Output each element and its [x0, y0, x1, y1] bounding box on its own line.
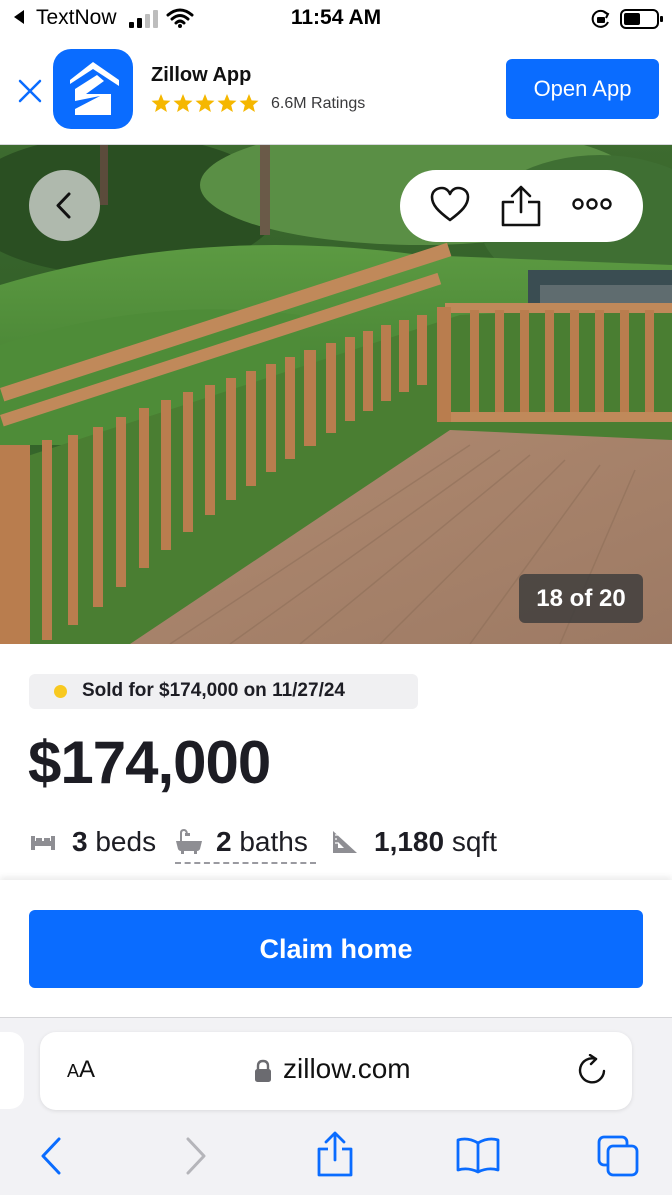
bookmarks-icon[interactable] — [455, 1136, 501, 1174]
status-dot — [54, 685, 67, 698]
photo-back-button[interactable] — [29, 170, 100, 241]
baths-count: 2 — [216, 826, 232, 857]
claim-home-bar: Claim home — [0, 880, 672, 1018]
sqft-fact: 1,180 sqft — [374, 826, 497, 858]
photo-counter: 18 of 20 — [519, 574, 643, 623]
rotation-lock-icon — [591, 9, 610, 28]
battery-icon — [620, 9, 663, 29]
forward-icon[interactable] — [183, 1136, 209, 1176]
open-app-button[interactable]: Open App — [506, 59, 659, 119]
beds-fact: 3 beds — [72, 826, 156, 858]
rating-stars-icon — [151, 94, 259, 112]
more-options-icon[interactable] — [572, 196, 612, 212]
aa-small: A — [67, 1061, 80, 1081]
previous-tab-peek[interactable] — [0, 1032, 24, 1109]
beds-label: beds — [95, 826, 157, 857]
chevron-left-icon — [56, 192, 71, 219]
beds-count: 3 — [72, 826, 88, 857]
share-icon[interactable] — [500, 184, 542, 228]
zillow-app-icon — [53, 49, 133, 129]
ratings-count: 6.6M Ratings — [271, 95, 366, 112]
status-badge: Sold for $174,000 on 11/27/24 — [29, 674, 418, 709]
bed-icon — [31, 836, 55, 850]
sqft-label: sqft — [451, 826, 497, 857]
address-bar[interactable]: AA zillow.com — [40, 1032, 632, 1110]
baths-label: baths — [239, 826, 308, 857]
baths-underline — [175, 862, 316, 864]
browser-chrome: AA zillow.com — [0, 1018, 672, 1195]
url-text[interactable]: zillow.com — [283, 1053, 411, 1085]
status-badge-text: Sold for $174,000 on 11/27/24 — [82, 680, 345, 701]
close-icon[interactable] — [14, 75, 46, 107]
listing-price: $174,000 — [28, 729, 271, 796]
clock: 11:54 AM — [290, 6, 382, 29]
baths-fact[interactable]: 2 baths — [216, 826, 308, 858]
lock-icon — [255, 1059, 271, 1082]
browser-toolbar — [0, 1128, 672, 1188]
tabs-icon[interactable] — [596, 1134, 640, 1178]
photo-actions — [400, 170, 643, 242]
page-settings-button[interactable]: AA — [67, 1056, 95, 1084]
ruler-triangle-icon — [333, 831, 357, 853]
share-icon[interactable] — [314, 1130, 356, 1178]
reload-icon[interactable] — [576, 1054, 608, 1088]
claim-home-button[interactable]: Claim home — [29, 910, 643, 988]
heart-icon[interactable] — [430, 186, 470, 224]
sqft-count: 1,180 — [374, 826, 445, 857]
aa-large: A — [79, 1056, 96, 1083]
status-bar: TextNow 11:54 AM — [0, 0, 672, 38]
smart-app-banner: Zillow App 6.6M Ratings Open App — [0, 38, 672, 145]
bath-icon — [176, 829, 202, 854]
back-icon[interactable] — [38, 1136, 64, 1176]
app-name: Zillow App — [151, 64, 252, 86]
